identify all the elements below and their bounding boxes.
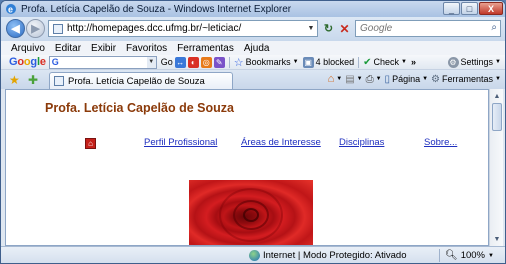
address-bar[interactable]: http://homepages.dcc.ufmg.br/~leticiac/ … [48,20,318,37]
search-input[interactable] [360,23,480,34]
gear-icon: ⚙ [431,73,441,85]
print-button[interactable]: ⎙ ▼ [366,74,382,85]
arrows-icon[interactable]: ↔ [174,56,186,68]
menu-item-ferramentas[interactable]: Ferramentas [177,43,234,54]
menu-bar: Arquivo Editar Exibir Favoritos Ferramen… [1,41,505,55]
menu-item-editar[interactable]: Editar [55,43,81,54]
address-dropdown-icon[interactable]: ▼ [305,21,317,36]
popup-icon[interactable]: ◎ [200,56,212,68]
highlight-icon[interactable]: ✎ [213,56,225,68]
google-logo: Google [9,56,46,68]
home-icon[interactable]: ⌂ [85,138,96,149]
close-button[interactable]: X [479,2,503,15]
ie-logo-icon: e [5,3,17,15]
more-button[interactable]: » [411,57,416,67]
window-controls: _ □ X [443,2,503,15]
add-favorite-icon[interactable]: ✚ [28,73,38,87]
minimize-button[interactable]: _ [443,2,460,15]
popup-blocker-button[interactable]: ▣ 4 blocked [302,56,354,68]
google-search-input[interactable]: G ▼ [48,55,157,69]
title-bar: e Profa. Letícia Capelão de Souza - Wind… [1,1,505,17]
scroll-up-icon[interactable]: ▲ [491,90,503,102]
scroll-down-icon[interactable]: ▼ [491,233,503,245]
back-button[interactable]: ◀ [6,19,25,38]
browser-window: e Profa. Letícia Capelão de Souza - Wind… [0,0,506,264]
page-icon [53,23,63,34]
bookmarks-button[interactable]: ☆ Bookmarks ▼ [234,56,299,69]
settings-button[interactable]: ⚙ Settings ▼ [447,56,501,68]
zoom-control[interactable]: 🔍︎ 100% ▼ [445,250,494,261]
menu-item-favoritos[interactable]: Favoritos [126,43,167,54]
menu-item-exibir[interactable]: Exibir [91,43,116,54]
page-title: Profa. Letícia Capelão de Souza [45,101,234,115]
maximize-button[interactable]: □ [461,2,478,15]
link-disciplinas[interactable]: Disciplinas [339,137,384,148]
tools-menu-button[interactable]: ⚙ Ferramentas ▼ [431,74,501,85]
page-icon: ▯ [384,73,391,85]
tab-row: ★ ✚ Profa. Letícia Capelão de Souza ⌂ ▼ ▤… [1,70,505,89]
home-icon: ⌂ [327,73,335,85]
vertical-scrollbar[interactable]: ▲ ▼ [489,89,503,246]
rss-icon: ▤ [345,73,355,85]
status-separator [439,249,440,262]
window-title: Profa. Letícia Capelão de Souza - Window… [21,3,292,15]
google-toolbar: Google G ▼ Go ↔ ◐ ◎ ✎ ☆ Bookmarks ▼ ▣ 4 blo… [1,55,505,70]
address-row: ◀ ▶ http://homepages.dcc.ufmg.br/~letici… [1,17,505,41]
menu-item-arquivo[interactable]: Arquivo [11,43,45,54]
spell-check-button[interactable]: ✔ Check ▼ [363,57,407,68]
forward-button[interactable]: ▶ [26,19,45,38]
scroll-thumb[interactable] [492,103,502,131]
link-perfil-profissional[interactable]: Perfil Profissional [144,137,217,148]
google-go-button[interactable]: Go [161,57,173,67]
gear-icon: ⚙ [447,56,459,68]
check-icon: ✔ [363,56,372,68]
feeds-button[interactable]: ▤ ▼ [345,74,362,85]
toolbar-separator [358,56,360,68]
tab-active[interactable]: Profa. Letícia Capelão de Souza [49,72,233,89]
home-button[interactable]: ⌂ ▼ [328,73,343,85]
command-bar: ⌂ ▼ ▤ ▼ ⎙ ▼ ▯ Página ▼ ⚙ Ferramentas ▼ [328,73,501,85]
link-areas-de-interesse[interactable]: Áreas de Interesse [241,137,321,148]
magnifier-icon: 🔍︎ [445,250,458,261]
pagerank-icon[interactable]: ◐ [187,56,199,68]
stop-button[interactable]: ✕ [337,21,352,36]
status-zone-text: Internet | Modo Protegido: Ativado [263,250,407,261]
favorites-star-icon[interactable]: ★ [9,73,20,87]
svg-text:e: e [8,5,13,15]
search-box[interactable]: ⌕ [355,20,501,37]
status-bar: Internet | Modo Protegido: Ativado 🔍︎ 100… [1,246,505,263]
tab-title: Profa. Letícia Capelão de Souza [68,75,205,87]
page-content: Profa. Letícia Capelão de Souza ⌂ Perfil… [5,89,489,246]
blocked-icon: ▣ [302,56,314,68]
refresh-button[interactable]: ↻ [321,21,336,36]
star-icon: ☆ [233,56,244,69]
page-menu-button[interactable]: ▯ Página ▼ [385,74,429,85]
globe-icon [249,250,260,261]
search-icon[interactable]: ⌕ [491,22,497,33]
link-sobre[interactable]: Sobre... [424,137,457,148]
chevron-down-icon[interactable]: ▼ [146,56,156,68]
menu-item-ajuda[interactable]: Ajuda [244,43,270,54]
printer-icon: ⎙ [365,73,374,85]
page-icon [54,76,64,86]
rose-image [189,180,313,245]
toolbar-separator [228,56,230,68]
address-url[interactable]: http://homepages.dcc.ufmg.br/~leticiac/ [67,23,241,34]
